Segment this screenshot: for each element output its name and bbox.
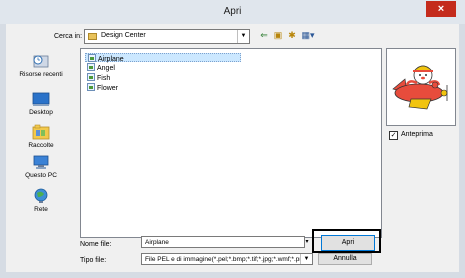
preview-pane [386,48,456,126]
preview-checkbox[interactable]: ✓ [389,131,398,140]
dialog-body: Cerca in: Design Center ▼ ⇐ ▣ ✱ ▦▾ Risor… [6,24,459,272]
place-label: Desktop [29,109,53,116]
up-folder-icon[interactable]: ▣ [272,29,284,41]
place-libraries[interactable]: Raccolte [7,124,75,149]
recent-places-icon [32,53,50,69]
place-label: Questo PC [25,172,57,179]
place-label: Risorse recenti [19,71,63,78]
place-recent[interactable]: Risorse recenti [7,53,75,78]
image-file-icon [87,73,95,81]
image-file-icon [88,54,96,62]
libraries-icon [32,124,50,140]
title-bar: Apri × [0,0,465,24]
chevron-down-icon[interactable]: ▾ [304,236,310,248]
look-in-value: Design Center [101,32,146,39]
image-file-icon [87,83,95,91]
file-name-input[interactable]: Airplane [141,236,305,248]
network-icon [32,188,50,204]
image-file-icon [87,63,95,71]
close-button[interactable]: × [426,1,456,17]
file-name: Airplane [98,56,124,63]
place-network[interactable]: Rete [7,188,75,213]
file-list[interactable]: Airplane Angel Fish Flower [80,48,382,238]
preview-checkbox-label: Anteprima [401,131,433,138]
list-item[interactable]: Airplane [85,53,241,63]
file-name: Flower [97,85,119,92]
list-item[interactable]: Angel [87,63,115,72]
file-type-select[interactable]: File PEL e di immagine(*.pel;*.bmp;*.tif… [141,253,313,265]
window-title: Apri [223,6,242,17]
place-computer[interactable]: Questo PC [7,154,75,179]
cancel-button[interactable]: Annulla [318,253,372,265]
file-type-label: Tipo file: [80,257,107,264]
folder-icon [88,33,97,40]
chevron-down-icon[interactable]: ▼ [300,254,312,264]
list-item[interactable]: Flower [87,83,118,92]
computer-icon [32,154,50,170]
view-menu-icon[interactable]: ▦▾ [300,29,316,41]
file-name-label: Nome file: [80,241,112,248]
airplane-preview-image [392,65,448,110]
back-icon[interactable]: ⇐ [258,29,270,41]
file-name: Fish [97,75,111,82]
open-dialog: Apri × Cerca in: Design Center ▼ ⇐ ▣ ✱ ▦… [0,0,465,278]
file-type-value: File PEL e di immagine(*.pel;*.bmp;*.tif… [145,256,302,263]
look-in-label: Cerca in: [54,33,83,40]
places-bar: Risorse recenti Desktop Raccolte Questo … [7,48,75,238]
look-in-combo[interactable]: Design Center ▼ [84,29,250,44]
place-label: Rete [34,206,48,213]
desktop-icon [32,91,50,107]
open-button-highlight [312,229,381,253]
list-item[interactable]: Fish [87,73,110,82]
new-folder-icon[interactable]: ✱ [286,29,298,41]
file-name: Angel [97,65,115,72]
place-desktop[interactable]: Desktop [7,91,75,116]
close-icon: × [437,3,445,15]
place-label: Raccolte [28,142,54,149]
chevron-down-icon[interactable]: ▼ [237,30,249,43]
